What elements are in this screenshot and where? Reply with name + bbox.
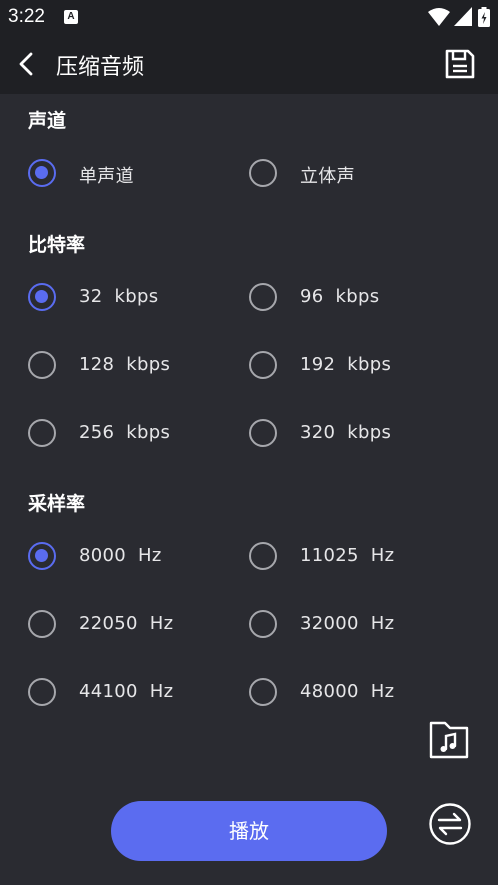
radio-label: 11025 Hz bbox=[300, 545, 395, 566]
radio-bitrate-32[interactable]: 32 kbps bbox=[28, 277, 228, 317]
radio-bitrate-256[interactable]: 256 kbps bbox=[28, 413, 228, 453]
radio-label: 128 kbps bbox=[79, 354, 171, 375]
radio-label: 48000 Hz bbox=[300, 681, 395, 702]
radio-label: 192 kbps bbox=[300, 354, 392, 375]
radio-button[interactable] bbox=[249, 419, 277, 447]
radio-button[interactable] bbox=[28, 419, 56, 447]
app-bar: 压缩音频 bbox=[0, 34, 498, 94]
radio-bitrate-192[interactable]: 192 kbps bbox=[249, 345, 449, 385]
radio-rate-32000[interactable]: 32000 Hz bbox=[249, 604, 449, 644]
radio-button[interactable] bbox=[249, 678, 277, 706]
radio-label: 32000 Hz bbox=[300, 613, 395, 634]
battery-icon bbox=[478, 7, 490, 27]
radio-label: 256 kbps bbox=[79, 422, 171, 443]
section-title-channel: 声道 bbox=[28, 110, 67, 132]
music-folder-icon[interactable] bbox=[428, 720, 470, 760]
radio-button[interactable] bbox=[28, 610, 56, 638]
chevron-left-icon[interactable] bbox=[14, 50, 40, 78]
radio-bitrate-320[interactable]: 320 kbps bbox=[249, 413, 449, 453]
wifi-icon bbox=[428, 8, 450, 26]
radio-button[interactable] bbox=[249, 610, 277, 638]
notification-a-icon: A bbox=[64, 10, 78, 24]
radio-mono[interactable]: 单声道 bbox=[28, 153, 228, 193]
swap-icon[interactable] bbox=[428, 802, 472, 846]
save-icon[interactable] bbox=[443, 47, 477, 81]
page-title: 压缩音频 bbox=[56, 55, 145, 80]
radio-rate-22050[interactable]: 22050 Hz bbox=[28, 604, 228, 644]
signal-icon bbox=[454, 7, 472, 26]
status-bar: 3:22 A bbox=[0, 0, 498, 34]
radio-button[interactable] bbox=[28, 351, 56, 379]
radio-label: 立体声 bbox=[300, 166, 355, 187]
radio-button[interactable] bbox=[28, 678, 56, 706]
radio-button[interactable] bbox=[249, 351, 277, 379]
radio-button[interactable] bbox=[28, 283, 56, 311]
radio-stereo[interactable]: 立体声 bbox=[249, 153, 449, 193]
section-title-sample-rate: 采样率 bbox=[28, 493, 86, 515]
radio-button[interactable] bbox=[249, 159, 277, 187]
radio-button[interactable] bbox=[249, 283, 277, 311]
radio-rate-48000[interactable]: 48000 Hz bbox=[249, 672, 449, 712]
radio-rate-8000[interactable]: 8000 Hz bbox=[28, 536, 228, 576]
play-button[interactable]: 播放 bbox=[111, 801, 387, 861]
radio-label: 320 kbps bbox=[300, 422, 392, 443]
radio-rate-44100[interactable]: 44100 Hz bbox=[28, 672, 228, 712]
radio-label: 32 kbps bbox=[79, 286, 159, 307]
radio-label: 96 kbps bbox=[300, 286, 380, 307]
radio-label: 8000 Hz bbox=[79, 545, 162, 566]
status-time: 3:22 bbox=[8, 6, 45, 27]
section-title-bitrate: 比特率 bbox=[28, 234, 86, 256]
radio-label: 单声道 bbox=[79, 166, 134, 187]
radio-bitrate-96[interactable]: 96 kbps bbox=[249, 277, 449, 317]
radio-button[interactable] bbox=[28, 542, 56, 570]
radio-label: 44100 Hz bbox=[79, 681, 174, 702]
radio-bitrate-128[interactable]: 128 kbps bbox=[28, 345, 228, 385]
radio-button[interactable] bbox=[28, 159, 56, 187]
radio-button[interactable] bbox=[249, 542, 277, 570]
radio-rate-11025[interactable]: 11025 Hz bbox=[249, 536, 449, 576]
radio-label: 22050 Hz bbox=[79, 613, 174, 634]
